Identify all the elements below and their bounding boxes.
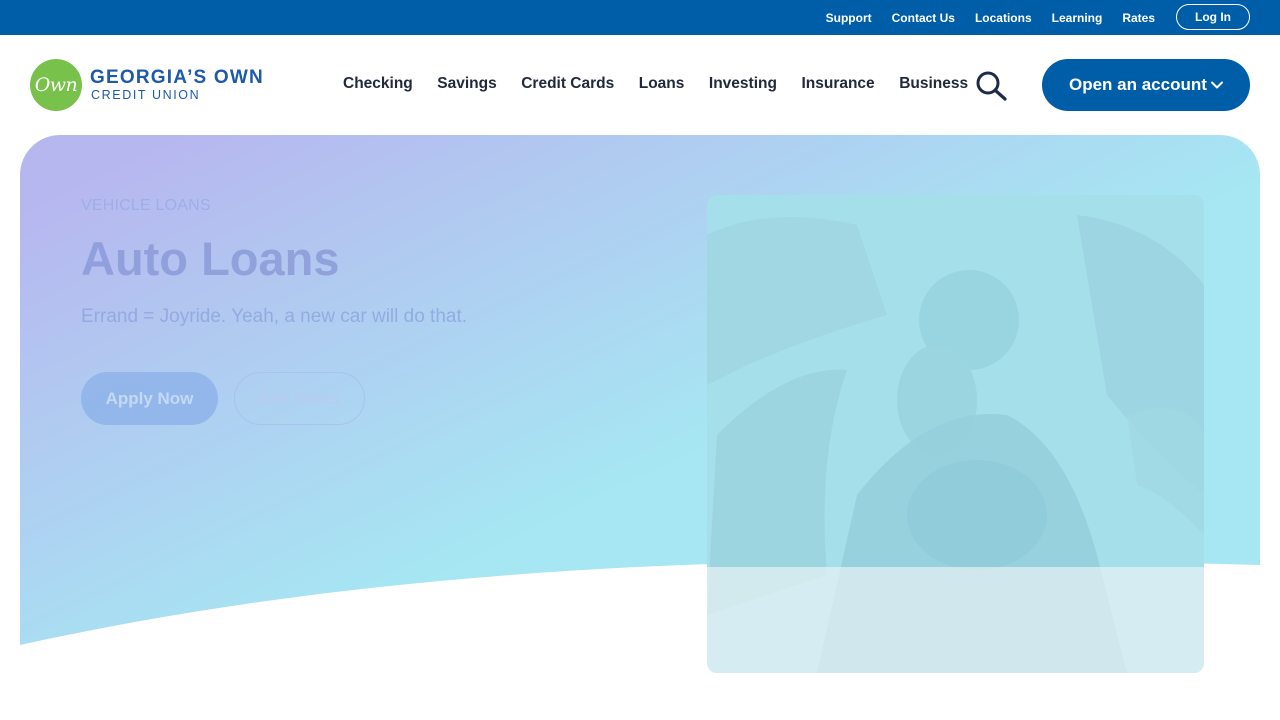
open-account-label: Open an account (1069, 75, 1207, 94)
hero-content: VEHICLE LOANS Auto Loans Errand = Joyrid… (81, 197, 467, 425)
hero-section: VEHICLE LOANS Auto Loans Errand = Joyrid… (20, 135, 1260, 720)
main-header: Own GEORGIA’S OWN CREDIT UNION Checking … (0, 35, 1280, 135)
logo-name-line1: GEORGIA’S OWN (90, 67, 264, 88)
nav-item-savings[interactable]: Savings (437, 75, 496, 93)
hero-title: Auto Loans (81, 232, 340, 285)
hero-photo-illustration (707, 195, 1204, 673)
apply-now-button[interactable]: Apply Now (81, 372, 218, 425)
utility-link-learning[interactable]: Learning (1052, 11, 1103, 25)
nav-item-checking[interactable]: Checking (343, 75, 413, 93)
logo-wordmark: GEORGIA’S OWN CREDIT UNION (90, 67, 264, 103)
hero-eyebrow: VEHICLE LOANS (81, 197, 211, 214)
logo-name-line2: CREDIT UNION (91, 88, 201, 102)
utility-bar: Support Contact Us Locations Learning Ra… (0, 0, 1280, 35)
nav-item-insurance[interactable]: Insurance (801, 75, 874, 93)
logo-badge: Own (30, 59, 82, 111)
utility-link-rates[interactable]: Rates (1122, 11, 1155, 25)
see-rates-button[interactable]: See Rates (234, 372, 365, 425)
brand-logo[interactable]: Own GEORGIA’S OWN CREDIT UNION (30, 59, 264, 111)
search-icon (976, 71, 1007, 101)
main-nav: Checking Savings Credit Cards Loans Inve… (343, 75, 993, 93)
logo-badge-text: Own (34, 74, 78, 96)
open-account-button[interactable]: Open an account (1042, 59, 1250, 111)
hero-actions: Apply Now See Rates (81, 372, 467, 425)
nav-item-investing[interactable]: Investing (709, 75, 777, 93)
utility-link-support[interactable]: Support (826, 11, 872, 25)
chevron-down-icon (1211, 81, 1223, 89)
login-button[interactable]: Log In (1176, 4, 1250, 30)
search-button[interactable] (975, 71, 1009, 101)
hero-subtitle: Errand = Joyride. Yeah, a new car will d… (81, 306, 468, 327)
nav-item-business[interactable]: Business (899, 75, 968, 93)
utility-link-locations[interactable]: Locations (975, 11, 1032, 25)
nav-item-credit-cards[interactable]: Credit Cards (521, 75, 614, 93)
nav-item-loans[interactable]: Loans (639, 75, 685, 93)
utility-link-contact-us[interactable]: Contact Us (892, 11, 955, 25)
hero-photo (707, 195, 1204, 673)
utility-links: Support Contact Us Locations Learning Ra… (826, 0, 1155, 35)
